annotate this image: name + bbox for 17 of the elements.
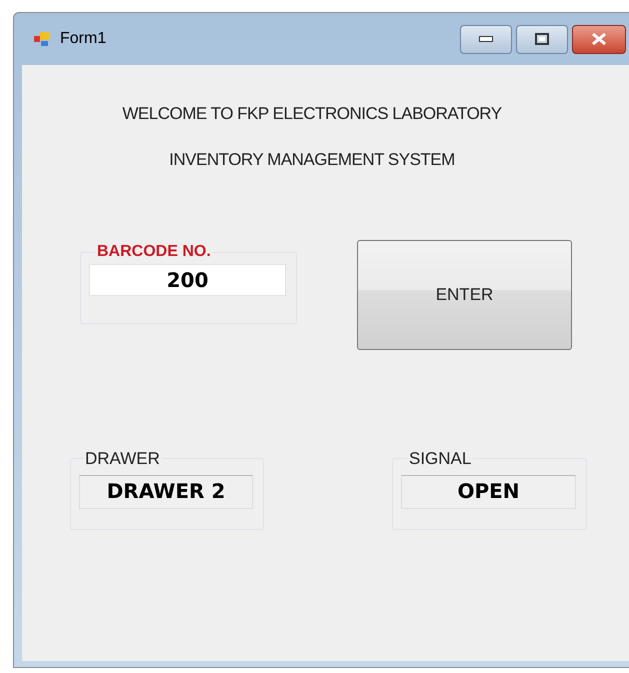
minimize-button[interactable] xyxy=(460,24,512,54)
output-field: DRAWER 2 xyxy=(79,475,253,509)
group-label: DRAWER xyxy=(84,450,161,467)
window-title: Form1 xyxy=(60,29,106,49)
group-label: BARCODE NO. xyxy=(96,244,212,260)
close-button[interactable] xyxy=(572,24,626,54)
heading-text: INVENTORY MANAGEMENT SYSTEM xyxy=(169,148,455,170)
maximize-icon xyxy=(535,33,549,45)
group-label: SIGNAL xyxy=(408,450,472,467)
maximize-button[interactable] xyxy=(516,24,568,54)
input-field[interactable]: 200 xyxy=(89,264,286,296)
app-icon xyxy=(34,31,52,47)
close-icon xyxy=(591,33,607,45)
heading-text: WELCOME TO FKP ELECTRONICS LABORATORY xyxy=(122,103,502,125)
minimize-icon xyxy=(479,36,493,42)
enter-button[interactable]: ENTER xyxy=(357,240,572,350)
output-field: OPEN xyxy=(401,475,576,509)
